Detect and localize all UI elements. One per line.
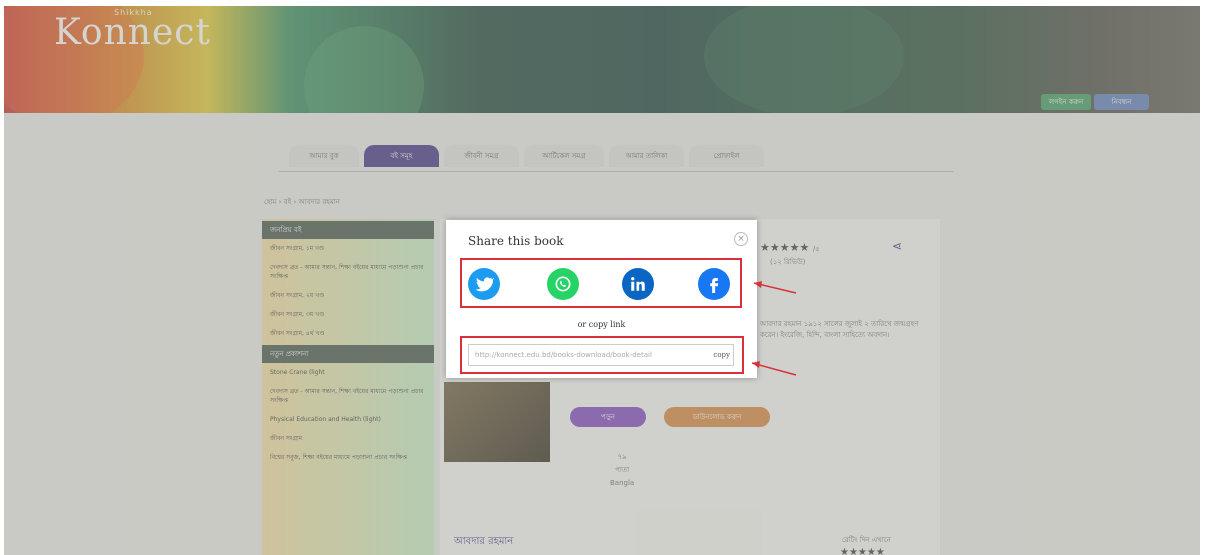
annotation-arrow-head	[752, 361, 760, 368]
annotation-arrow-head	[754, 281, 762, 288]
annotation-arrows	[751, 281, 797, 376]
page: Konnect Shikkha লগইন করুন নিবন্ধন আমার ব…	[4, 6, 1200, 555]
